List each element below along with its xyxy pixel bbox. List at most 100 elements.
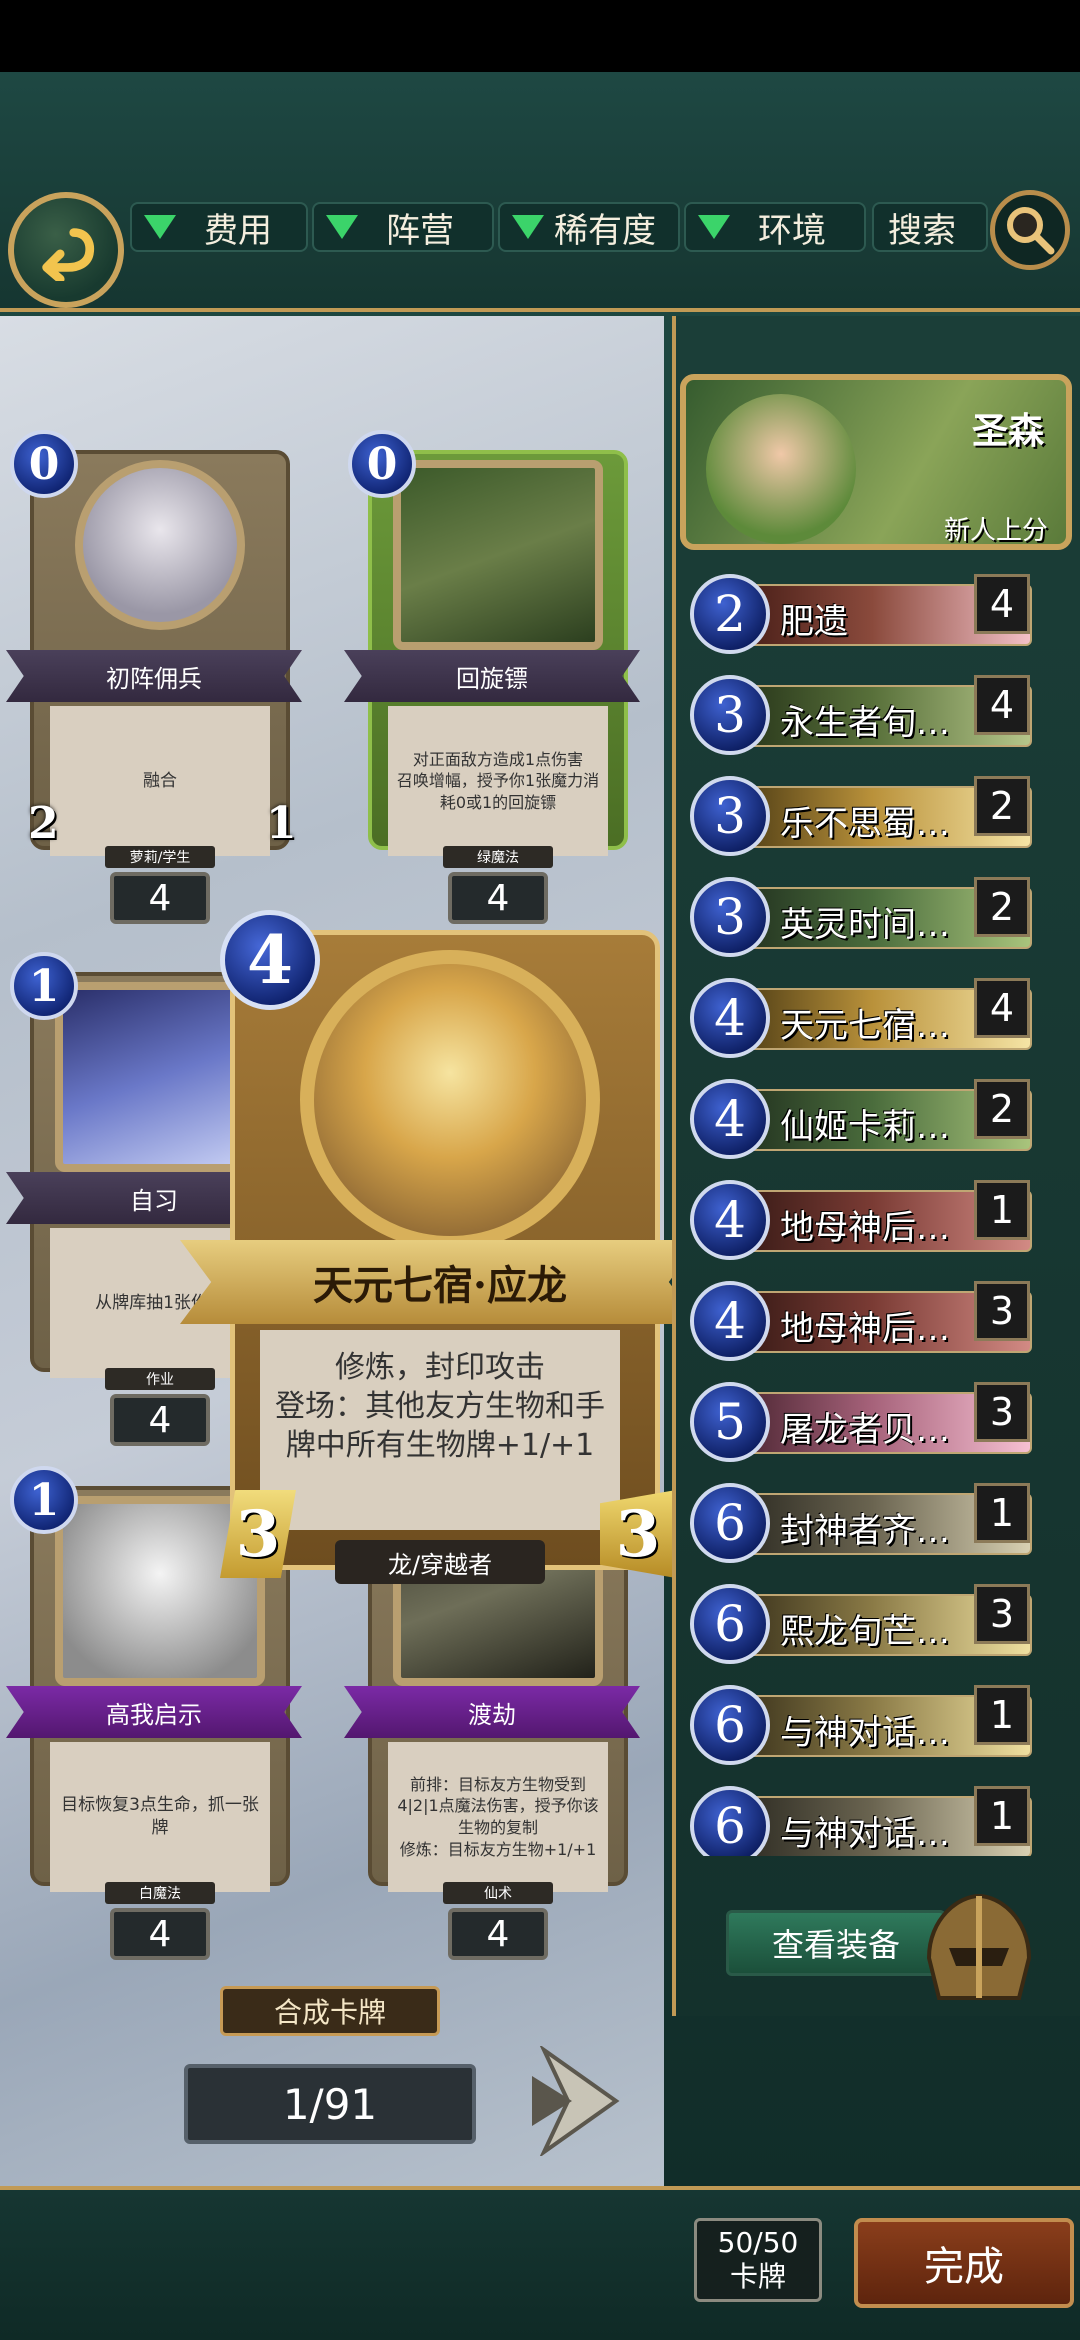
card-tag: 绿魔法 xyxy=(443,846,553,868)
dropdown-triangle-icon xyxy=(144,215,176,239)
deck-entry-name: 乐不思蜀… xyxy=(780,804,950,844)
health-value: 1 xyxy=(266,798,297,849)
deck-entry-count: 4 xyxy=(974,978,1030,1038)
deck-entry[interactable]: 2 肥遗 4 xyxy=(690,574,1032,654)
filter-faction-label: 阵营 xyxy=(386,210,454,251)
deck-entry[interactable]: 3 英灵时间… 2 xyxy=(690,877,1032,957)
deck-entry[interactable]: 6 与神对话… 1 xyxy=(690,1786,1032,1856)
deck-entry-name: 永生者旬… xyxy=(780,703,950,743)
search-field[interactable]: 搜索 xyxy=(872,202,988,252)
filter-environment[interactable]: 环境 xyxy=(684,202,866,252)
deck-entry-count: 4 xyxy=(974,675,1030,735)
card-detail-cost-gem: 4 xyxy=(220,910,320,1010)
back-arrow-icon xyxy=(42,228,95,281)
deck-card-count-label: 卡牌 xyxy=(729,2260,786,2293)
next-arrow-icon xyxy=(532,2043,620,2159)
deck-entry-count: 2 xyxy=(974,877,1030,937)
deck-entry-cost: 6 xyxy=(690,1786,770,1856)
deck-entry-cost: 4 xyxy=(690,1281,770,1361)
status-bar xyxy=(0,0,1080,72)
card-tag: 萝莉/学生 xyxy=(105,846,215,868)
deck-entry-name: 英灵时间… xyxy=(780,905,950,945)
search-button[interactable] xyxy=(990,190,1070,270)
deck-entry[interactable]: 6 封神者齐… 1 xyxy=(690,1483,1032,1563)
deck-entry-cost: 3 xyxy=(690,675,770,755)
back-button[interactable] xyxy=(8,192,124,308)
card-text: 对正面敌方造成1点伤害 召唤增幅，授予你1张魔力消耗0或1的回旋镖 xyxy=(388,706,608,856)
deck-entry[interactable]: 4 仙姬卡莉… 2 xyxy=(690,1079,1032,1159)
deck-entry-name: 地母神后… xyxy=(780,1309,950,1349)
deck-entry-count: 1 xyxy=(974,1180,1030,1240)
deck-name: 新人上分 xyxy=(943,516,1048,546)
deck-entry-cost: 3 xyxy=(690,877,770,957)
deck-entry-count: 4 xyxy=(974,574,1030,634)
deck-entry-name: 屠龙者贝… xyxy=(780,1410,950,1450)
deck-entry-count: 2 xyxy=(974,776,1030,836)
card-detail-popup[interactable]: 4 天元七宿·应龙 修炼，封印攻击 登场：其他友方生物和手牌中所有生物牌+1/+… xyxy=(180,910,700,1590)
card-tag: 白魔法 xyxy=(105,1882,215,1904)
filter-faction[interactable]: 阵营 xyxy=(312,202,494,252)
deck-entry-cost: 6 xyxy=(690,1584,770,1664)
deck-entry-count: 3 xyxy=(974,1281,1030,1341)
deck-entry-cost: 4 xyxy=(690,1180,770,1260)
deck-entry-name: 地母神后… xyxy=(780,1208,950,1248)
card-portrait xyxy=(393,460,603,650)
card-text: 前排：目标友方生物受到4|2|1点魔法伤害，授予你该生物的复制 修炼：目标友方生… xyxy=(388,1742,608,1892)
card-name: 高我启示 xyxy=(6,1686,302,1738)
filter-rarity[interactable]: 稀有度 xyxy=(498,202,680,252)
card-item[interactable]: 0 回旋镖 对正面敌方造成1点伤害 召唤增幅，授予你1张魔力消耗0或1的回旋镖 … xyxy=(344,430,640,924)
deck-entry-cost: 3 xyxy=(690,776,770,856)
deck-entry-name: 仙姬卡莉… xyxy=(780,1107,950,1147)
attack-value: 2 xyxy=(28,798,59,849)
deck-entry[interactable]: 4 地母神后… 3 xyxy=(690,1281,1032,1361)
deck-entry-cost: 6 xyxy=(690,1483,770,1563)
card-detail-description: 修炼，封印攻击 登场：其他友方生物和手牌中所有生物牌+1/+1 xyxy=(260,1330,620,1530)
craft-card-button[interactable]: 合成卡牌 xyxy=(220,1986,440,2036)
deck-entry-name: 天元七宿… xyxy=(780,1006,950,1046)
page-indicator: 1/91 xyxy=(184,2064,476,2144)
view-equipment-button[interactable]: 查看装备 xyxy=(726,1910,946,1976)
done-button[interactable]: 完成 xyxy=(854,2218,1074,2308)
cost-gem: 0 xyxy=(10,430,78,498)
deck-entry-cost: 4 xyxy=(690,978,770,1058)
card-detail-art xyxy=(300,950,600,1250)
card-detail-health: 3 xyxy=(600,1490,676,1578)
deck-list: 2 肥遗 4 3 永生者旬… 4 3 乐不思蜀… 2 3 英灵时间… 2 4 天… xyxy=(690,574,1032,1856)
card-name: 渡劫 xyxy=(344,1686,640,1738)
deck-card-count-value: 50/50 xyxy=(717,2226,799,2260)
card-text: 目标恢复3点生命，抓一张牌 xyxy=(50,1742,270,1892)
filter-cost-label: 费用 xyxy=(204,210,272,251)
next-page-button[interactable] xyxy=(524,2043,620,2159)
deck-entry-cost: 6 xyxy=(690,1685,770,1765)
card-item[interactable]: 0 初阵佣兵 融合 萝莉/学生 2 1 4 xyxy=(6,430,302,924)
hero-banner[interactable]: 圣森 新人上分 xyxy=(680,374,1072,550)
card-detail-race: 龙/穿越者 xyxy=(335,1540,545,1584)
deck-entry[interactable]: 6 熙龙旬芒… 3 xyxy=(690,1584,1032,1664)
card-name: 回旋镖 xyxy=(344,650,640,702)
dropdown-triangle-icon xyxy=(326,215,358,239)
filter-environment-label: 环境 xyxy=(758,210,826,251)
card-tag: 仙术 xyxy=(443,1882,553,1904)
magnifier-icon xyxy=(1007,207,1055,255)
card-name: 初阵佣兵 xyxy=(6,650,302,702)
deck-entry-count: 3 xyxy=(974,1584,1030,1644)
card-detail-name: 天元七宿·应龙 xyxy=(180,1240,700,1324)
card-portrait xyxy=(75,460,245,630)
hero-portrait xyxy=(706,394,856,544)
filter-cost[interactable]: 费用 xyxy=(130,202,308,252)
deck-entry[interactable]: 6 与神对话… 1 xyxy=(690,1685,1032,1765)
deck-entry-count: 1 xyxy=(974,1786,1030,1846)
deck-entry-name: 封神者齐… xyxy=(780,1511,950,1551)
deck-entry-count: 3 xyxy=(974,1382,1030,1442)
filter-rarity-label: 稀有度 xyxy=(554,210,656,251)
deck-entry[interactable]: 3 乐不思蜀… 2 xyxy=(690,776,1032,856)
top-filter-bar xyxy=(0,72,1080,312)
deck-entry[interactable]: 3 永生者旬… 4 xyxy=(690,675,1032,755)
deck-entry-cost: 5 xyxy=(690,1382,770,1462)
deck-entry[interactable]: 4 地母神后… 1 xyxy=(690,1180,1032,1260)
deck-entry[interactable]: 4 天元七宿… 4 xyxy=(690,978,1032,1058)
dropdown-triangle-icon xyxy=(698,215,730,239)
deck-entry-name: 肥遗 xyxy=(780,602,848,642)
cost-gem: 1 xyxy=(10,1466,78,1534)
deck-entry[interactable]: 5 屠龙者贝… 3 xyxy=(690,1382,1032,1462)
